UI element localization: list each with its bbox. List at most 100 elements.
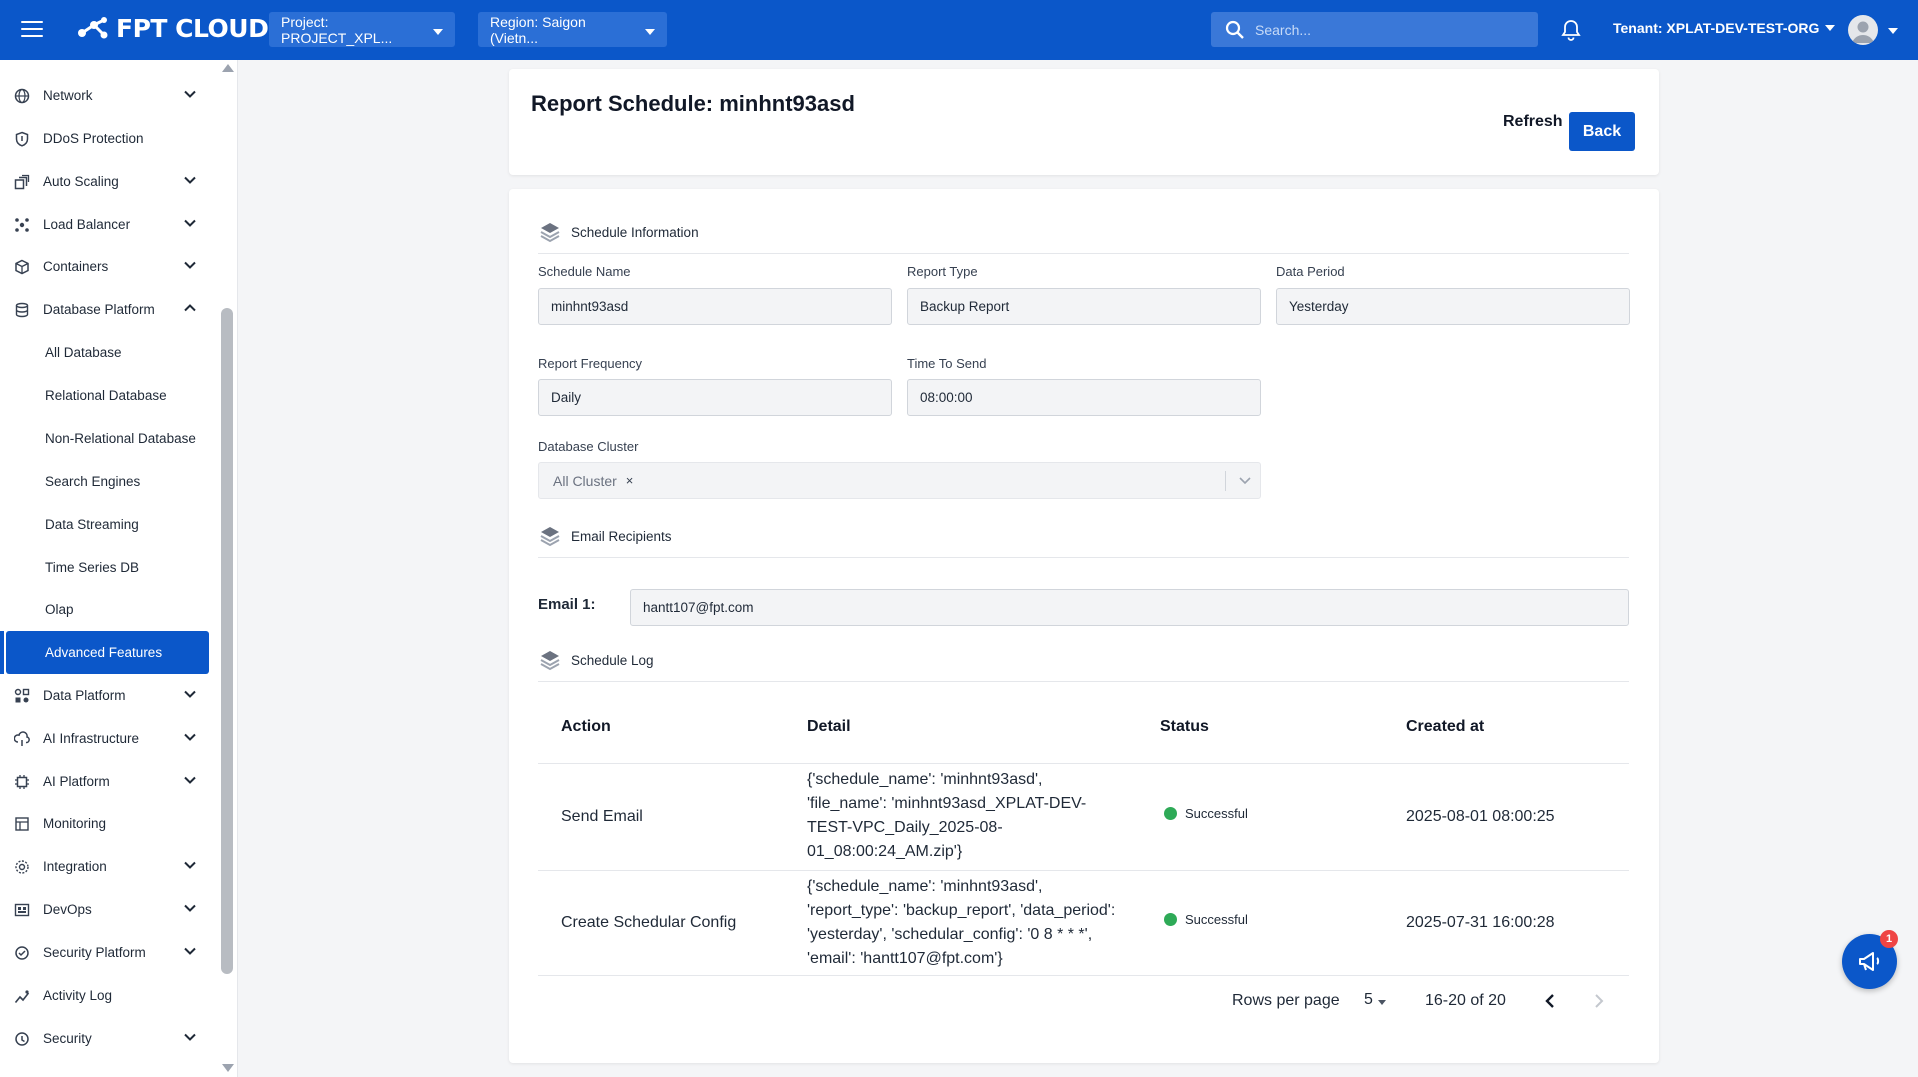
sidebar-item-label: Containers (43, 259, 109, 274)
chevron-up-icon (184, 304, 196, 312)
sidebar-item-monitoring[interactable]: Monitoring (0, 802, 215, 845)
data-platform-icon (14, 688, 30, 703)
column-header-created-at[interactable]: Created at (1406, 718, 1484, 736)
refresh-button[interactable]: Refresh (1503, 113, 1563, 131)
sidebar-item-integration[interactable]: Integration (0, 845, 215, 888)
chevron-down-icon (184, 219, 196, 227)
tenant-label: Tenant: XPLAT-DEV-TEST-ORG (1613, 20, 1820, 36)
search-input[interactable] (1255, 21, 1515, 38)
chevron-down-icon (184, 176, 196, 184)
sidebar-item-label: Auto Scaling (43, 174, 119, 189)
fpt-cloud-logo[interactable]: FPT CLOUD (74, 14, 269, 43)
rows-per-page-select[interactable]: 5 (1364, 991, 1388, 1009)
select-separator (1225, 471, 1226, 491)
sidebar-subitem-search-engines[interactable]: Search Engines (0, 460, 215, 503)
chevron-down-icon[interactable] (1239, 476, 1251, 486)
hamburger-menu-icon[interactable] (21, 21, 43, 37)
sidebar-item-load-balancer[interactable]: Load Balancer (0, 203, 215, 246)
column-header-status[interactable]: Status (1160, 718, 1209, 736)
data-period-field[interactable]: Yesterday (1276, 288, 1630, 325)
email-1-field[interactable]: hantt107@fpt.com (630, 589, 1629, 626)
search-box[interactable] (1211, 12, 1538, 47)
integration-icon (15, 860, 29, 874)
sidebar-item-ai-platform[interactable]: AI Platform (0, 760, 215, 803)
column-header-action[interactable]: Action (561, 718, 611, 736)
cell-created-at: 2025-08-01 08:00:25 (1406, 808, 1555, 825)
success-dot-icon (1164, 913, 1177, 926)
chevron-left-icon[interactable] (1543, 993, 1557, 1009)
sidebar-item-ai-infrastructure[interactable]: AI Infrastructure (0, 717, 215, 760)
page-header-card: Report Schedule: minhnt93asd Refresh Bac… (509, 69, 1659, 175)
chevron-down-icon (184, 861, 196, 869)
detail-line: 'file_name': 'minhnt93asd_XPLAT-DEV- (807, 795, 1087, 812)
top-navbar: FPT CLOUD Project: PROJECT_XPL... Region… (0, 0, 1918, 60)
chip-remove-icon[interactable]: × (626, 473, 634, 488)
sidebar-subitem-advanced-features[interactable]: Advanced Features (6, 631, 209, 674)
sidebar-subitem-label: Data Streaming (45, 517, 139, 532)
sidebar-item-label: Security (43, 1031, 92, 1046)
sidebar-item-containers[interactable]: Containers (0, 245, 215, 288)
security-platform-icon (15, 946, 29, 960)
sidebar-item-activity-log[interactable]: Activity Log (0, 974, 215, 1017)
chevron-down-icon[interactable] (1888, 28, 1898, 34)
status-text: Successful (1185, 912, 1248, 927)
sidebar-item-ddos-protection[interactable]: DDoS Protection (0, 117, 215, 160)
sidebar-item-label: Database Platform (43, 302, 155, 317)
sidebar-item-label: DDoS Protection (43, 131, 144, 146)
sidebar-item-security[interactable]: Security (0, 1017, 215, 1060)
sidebar-item-data-platform[interactable]: Data Platform (0, 674, 215, 717)
sidebar-item-label: Security Platform (43, 945, 146, 960)
scroll-down-arrow-icon[interactable] (222, 1064, 234, 1072)
layers-icon (540, 223, 560, 243)
time-to-send-field[interactable]: 08:00:00 (907, 379, 1261, 416)
sidebar-item-network[interactable]: Network (0, 74, 215, 117)
sidebar-item-devops[interactable]: DevOps (0, 888, 215, 931)
region-selector[interactable]: Region: Saigon (Vietn... (478, 12, 667, 47)
schedule-name-field[interactable]: minhnt93asd (538, 288, 892, 325)
network-icon (14, 88, 30, 104)
user-avatar[interactable] (1848, 15, 1878, 45)
section-title: Schedule Log (571, 652, 654, 668)
database-cluster-label: Database Cluster (538, 439, 639, 454)
notification-bell-icon[interactable] (1560, 18, 1582, 42)
sidebar-item-label: Monitoring (43, 816, 107, 831)
chevron-down-icon (645, 28, 655, 35)
project-label: Project: PROJECT_XPL... (281, 13, 393, 46)
schedule-log-heading: Schedule Log (539, 649, 654, 671)
notification-badge: 1 (1880, 930, 1898, 948)
sidebar-subitem-time-series-db[interactable]: Time Series DB (0, 546, 215, 589)
sidebar-item-database-platform[interactable]: Database Platform (0, 288, 215, 331)
chevron-down-icon (184, 904, 196, 912)
tenant-selector[interactable]: Tenant: XPLAT-DEV-TEST-ORG (1613, 20, 1836, 36)
back-button[interactable]: Back (1569, 112, 1635, 151)
status-badge: Successful (1164, 806, 1248, 821)
scroll-up-arrow-icon[interactable] (222, 64, 234, 72)
report-frequency-field[interactable]: Daily (538, 379, 892, 416)
sidebar-subitem-label: All Database (45, 345, 122, 360)
report-type-label: Report Type (907, 264, 978, 279)
sidebar-item-security-platform[interactable]: Security Platform (0, 931, 215, 974)
row-divider (538, 870, 1629, 871)
chevron-right-icon[interactable] (1592, 993, 1606, 1009)
chevron-down-icon (184, 733, 196, 741)
sidebar-scrollbar-thumb[interactable] (221, 308, 233, 974)
cell-created-at: 2025-07-31 16:00:28 (1406, 914, 1555, 931)
report-type-field[interactable]: Backup Report (907, 288, 1261, 325)
sidebar-item-label: Load Balancer (43, 217, 131, 232)
data-period-label: Data Period (1276, 264, 1345, 279)
chevron-down-icon (184, 690, 196, 698)
sidebar-subitem-relational-database[interactable]: Relational Database (0, 374, 215, 417)
database-cluster-select[interactable]: All Cluster × (538, 462, 1261, 499)
detail-line: 'email': 'hantt107@fpt.com'} (807, 950, 1003, 967)
detail-line: 'yesterday', 'schedular_config': '0 8 * … (807, 926, 1093, 943)
sidebar-subitem-olap[interactable]: Olap (0, 588, 215, 631)
sidebar-item-auto-scaling[interactable]: Auto Scaling (0, 160, 215, 203)
column-header-detail[interactable]: Detail (807, 718, 851, 736)
sidebar-subitem-non-relational-database[interactable]: Non-Relational Database (0, 417, 215, 460)
divider (538, 681, 1629, 682)
sidebar-subitem-all-database[interactable]: All Database (0, 331, 215, 374)
layers-icon (540, 651, 560, 671)
project-selector[interactable]: Project: PROJECT_XPL... (269, 12, 455, 47)
sidebar-item-label: DevOps (43, 902, 92, 917)
sidebar-subitem-data-streaming[interactable]: Data Streaming (0, 503, 215, 546)
